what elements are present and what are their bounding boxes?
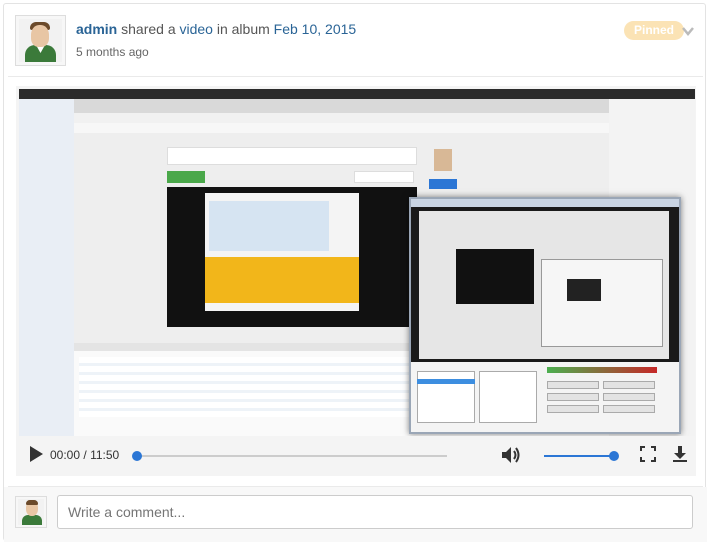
- avatar-image: [19, 19, 62, 62]
- post-time: 5 months ago: [76, 45, 149, 59]
- volume-handle[interactable]: [609, 451, 619, 461]
- volume-slider[interactable]: [544, 455, 614, 457]
- in-album-text: in album: [216, 21, 270, 37]
- album-link[interactable]: Feb 10, 2015: [274, 21, 357, 37]
- author-avatar[interactable]: [15, 15, 66, 66]
- author-link[interactable]: admin: [76, 21, 117, 37]
- commenter-avatar: [15, 496, 47, 528]
- comment-input[interactable]: [57, 495, 693, 529]
- player-controls: 00:00 / 11:50: [16, 436, 696, 476]
- fullscreen-icon[interactable]: [640, 446, 656, 462]
- video-link[interactable]: video: [180, 21, 213, 37]
- chevron-down-icon[interactable]: [681, 24, 695, 38]
- play-icon[interactable]: [30, 446, 43, 462]
- divider: [8, 76, 703, 77]
- video-player: 00:00 / 11:50: [16, 86, 696, 476]
- activity-card: admin shared a video in album Feb 10, 20…: [3, 3, 707, 542]
- time-display: 00:00 / 11:50: [50, 448, 119, 462]
- download-icon[interactable]: [672, 445, 688, 463]
- comment-section: [4, 487, 707, 542]
- seek-handle[interactable]: [132, 451, 142, 461]
- duration: 11:50: [90, 448, 120, 462]
- seek-bar[interactable]: [137, 455, 447, 457]
- post-header: admin shared a video in album Feb 10, 20…: [76, 21, 356, 37]
- volume-icon[interactable]: [500, 444, 522, 466]
- current-time: 00:00: [50, 448, 81, 462]
- time-separator: /: [83, 448, 87, 462]
- action-text: shared a: [121, 21, 176, 37]
- pinned-badge: Pinned: [624, 21, 685, 40]
- video-frame[interactable]: [19, 89, 695, 436]
